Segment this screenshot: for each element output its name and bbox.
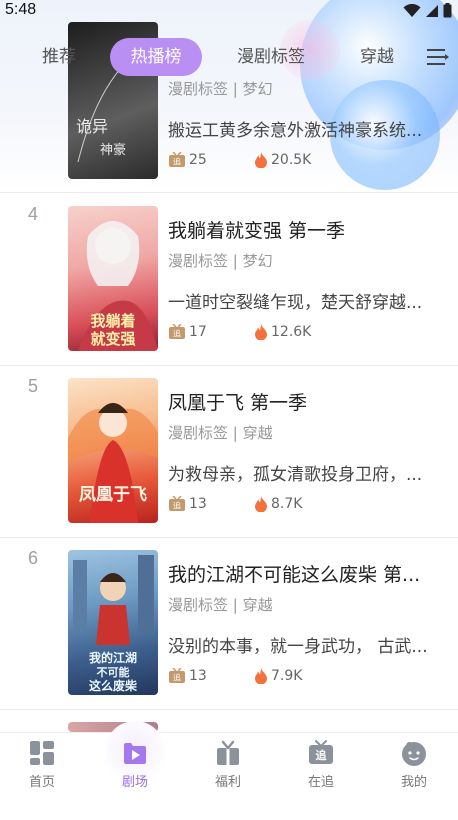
cover-image: 我的江湖 不可能 这么废柴 xyxy=(68,550,158,695)
nav-following[interactable]: 追 在追 xyxy=(285,733,357,793)
svg-text:就变强: 就变强 xyxy=(90,330,135,348)
category-tabs: 推荐 热播榜 漫剧标签 穿越 xyxy=(0,38,458,76)
item-description: 一道时空裂缝乍现，楚天舒穿越... xyxy=(168,293,423,313)
nav-theater[interactable]: 剧场 xyxy=(99,733,171,793)
tab-time-travel[interactable]: 穿越 xyxy=(345,38,409,76)
fire-icon xyxy=(255,668,267,684)
item-description: 为救母亲，孤女清歌投身卫府，... xyxy=(168,465,423,485)
heat-count-value: 20.5K xyxy=(271,152,312,168)
follow-badge-icon: 追 xyxy=(169,496,185,511)
heat-count-value: 8.7K xyxy=(271,496,303,512)
svg-text:追: 追 xyxy=(173,501,181,511)
svg-text:这么废柴: 这么废柴 xyxy=(89,678,138,693)
item-stats: 追 25 20.5K xyxy=(168,150,311,170)
nav-label: 剧场 xyxy=(121,775,148,790)
play-icon xyxy=(124,743,146,764)
item-title: 我躺着就变强 第一季 xyxy=(168,220,346,242)
status-bar: 5:48 xyxy=(0,0,458,22)
item-description: 没别的本事，就一身武功， 古武... xyxy=(168,637,428,657)
item-title: 我的江湖不可能这么废柴 第... xyxy=(168,564,421,586)
nav-label: 我的 xyxy=(400,775,427,790)
nav-welfare[interactable]: 福利 xyxy=(192,733,264,793)
heat-count: 7.9K xyxy=(254,666,302,686)
follow-count-value: 17 xyxy=(189,324,207,340)
signal-icon xyxy=(426,4,438,17)
svg-text:追: 追 xyxy=(173,157,181,167)
follow-count-value: 13 xyxy=(189,668,207,684)
gift-icon xyxy=(217,740,239,765)
battery-icon xyxy=(443,3,452,18)
rank-number: 6 xyxy=(28,548,39,568)
bottom-navigation: 首页 剧场 福利 追 在追 我的 xyxy=(0,721,458,820)
svg-text:神豪: 神豪 xyxy=(100,142,126,158)
svg-text:不可能: 不可能 xyxy=(97,665,130,679)
svg-text:我躺着: 我躺着 xyxy=(90,312,135,330)
svg-text:追: 追 xyxy=(173,673,181,683)
item-tags: 漫剧标签 | 梦幻 xyxy=(168,80,273,98)
follow-count-value: 25 xyxy=(189,152,207,168)
home-grid-icon xyxy=(30,741,54,765)
follow-count: 追 25 xyxy=(168,152,207,168)
wifi-icon xyxy=(403,3,421,17)
item-tags: 漫剧标签 | 穿越 xyxy=(168,596,273,614)
item-title: 凤凰于飞 第一季 xyxy=(168,392,308,414)
heat-count-value: 12.6K xyxy=(271,324,312,340)
svg-text:凤凰于飞: 凤凰于飞 xyxy=(79,485,147,505)
rank-number: 4 xyxy=(28,204,39,224)
tab-recommend[interactable]: 推荐 xyxy=(30,38,88,76)
follow-badge-icon: 追 xyxy=(169,324,185,339)
heat-count-value: 7.9K xyxy=(271,668,303,684)
svg-text:我的江湖: 我的江湖 xyxy=(89,650,137,665)
svg-text:追: 追 xyxy=(316,748,328,762)
item-stats: 追 17 12.6K xyxy=(168,322,311,342)
follow-count: 追 13 xyxy=(168,496,207,512)
list-item[interactable]: 6 我的江湖 不可能 这么废柴 我的江湖不可能这么废柴 第... 漫剧标签 | … xyxy=(0,538,458,710)
svg-text:追: 追 xyxy=(173,329,181,339)
item-description: 搬运工黄多余意外激活神豪系统... xyxy=(168,121,423,141)
status-icons xyxy=(403,3,452,18)
follow-badge-icon: 追 xyxy=(169,152,185,167)
item-divider xyxy=(0,192,458,193)
follow-badge-icon: 追 xyxy=(169,668,185,683)
nav-label: 首页 xyxy=(28,775,55,790)
list-item[interactable] xyxy=(0,710,458,732)
item-stats: 追 13 7.9K xyxy=(168,666,302,686)
nav-profile[interactable]: 我的 xyxy=(378,733,450,793)
heat-count: 20.5K xyxy=(254,150,311,170)
tv-follow-icon: 追 xyxy=(309,740,333,764)
list-item[interactable]: 5 凤凰于飞 凤凰于飞 第一季 漫剧标签 | 穿越 为救母亲，孤女清歌投身卫府，… xyxy=(0,366,458,538)
heat-count: 8.7K xyxy=(254,494,302,514)
list-item[interactable]: 4 我躺着 就变强 我躺着就变强 第一季 漫剧标签 | 梦幻 一道时空裂缝乍现，… xyxy=(0,194,458,366)
rank-number: 5 xyxy=(28,376,39,396)
item-stats: 追 13 8.7K xyxy=(168,494,302,514)
fire-icon xyxy=(255,496,267,512)
fire-icon xyxy=(255,152,267,168)
svg-text:诡异: 诡异 xyxy=(76,117,108,136)
tab-drama-tags[interactable]: 漫剧标签 xyxy=(225,38,317,76)
follow-count: 追 17 xyxy=(168,324,207,340)
nav-label: 在追 xyxy=(307,775,334,790)
nav-home[interactable]: 首页 xyxy=(6,733,78,793)
fire-icon xyxy=(255,324,267,340)
status-time: 5:48 xyxy=(5,1,37,18)
menu-icon[interactable] xyxy=(424,45,450,69)
profile-face-icon xyxy=(402,741,426,766)
item-tags: 漫剧标签 | 梦幻 xyxy=(168,252,273,270)
follow-count: 追 13 xyxy=(168,668,207,684)
tab-hot-ranking[interactable]: 热播榜 xyxy=(110,38,202,76)
cover-image: 我躺着 就变强 xyxy=(68,206,158,351)
heat-count: 12.6K xyxy=(254,322,311,342)
item-tags: 漫剧标签 | 穿越 xyxy=(168,424,273,442)
follow-count-value: 13 xyxy=(189,496,207,512)
cover-image: 凤凰于飞 xyxy=(68,378,158,523)
nav-label: 福利 xyxy=(214,775,241,790)
